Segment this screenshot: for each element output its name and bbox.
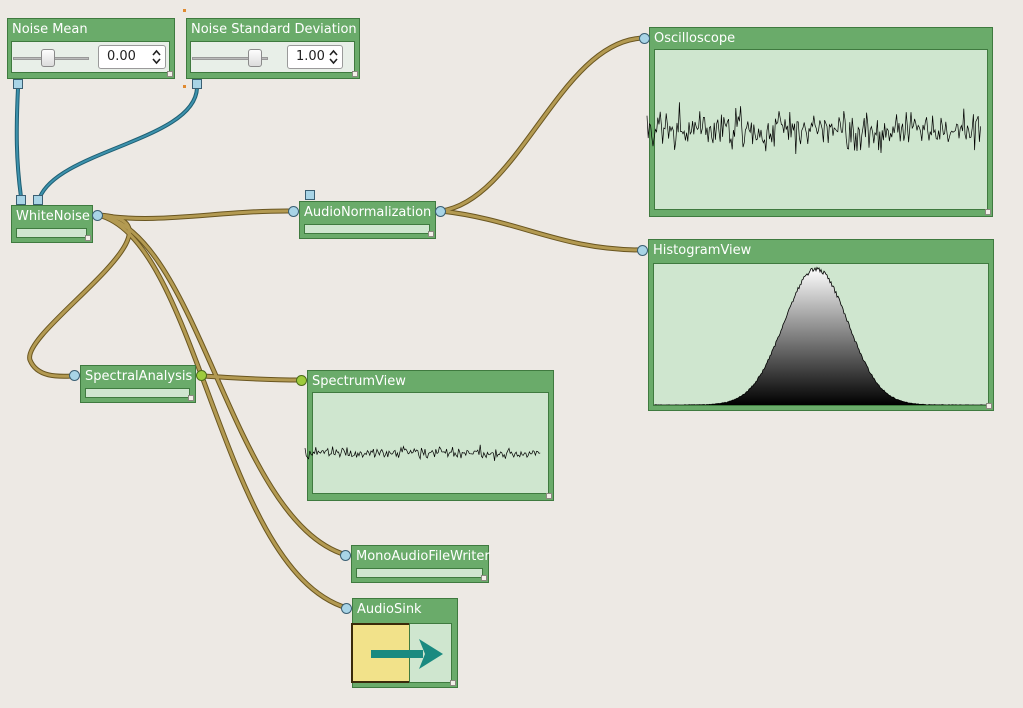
resize-handle[interactable] bbox=[188, 395, 194, 401]
resize-handle[interactable] bbox=[85, 235, 91, 241]
node-noise-mean[interactable]: Noise Mean 0.00 bbox=[7, 18, 175, 79]
marker-dot bbox=[183, 85, 186, 88]
whitenoise-output-port[interactable] bbox=[92, 210, 103, 221]
node-histogram[interactable]: HistogramView bbox=[648, 239, 994, 411]
whitenoise-mean-input-port[interactable] bbox=[16, 195, 26, 205]
node-oscilloscope[interactable]: Oscilloscope bbox=[646, 27, 993, 217]
mean-output-port[interactable] bbox=[13, 79, 23, 89]
progress-bar bbox=[304, 224, 430, 234]
spin-arrows-icon[interactable] bbox=[329, 48, 338, 66]
oscilloscope-waveform bbox=[646, 102, 981, 155]
node-title: Oscilloscope bbox=[654, 31, 736, 46]
oscilloscope-display bbox=[646, 49, 988, 210]
node-title: WhiteNoise bbox=[16, 209, 90, 224]
node-whitenoise[interactable]: WhiteNoise bbox=[11, 205, 93, 243]
node-title: SpectralAnalysis bbox=[85, 369, 193, 384]
resize-handle[interactable] bbox=[428, 231, 434, 237]
mean-spinbox[interactable]: 0.00 bbox=[98, 45, 166, 69]
mean-slider-thumb-icon[interactable] bbox=[40, 49, 55, 67]
whitenoise-std-input-port[interactable] bbox=[33, 195, 43, 205]
node-title: HistogramView bbox=[653, 243, 752, 258]
std-spinbox[interactable]: 1.00 bbox=[287, 45, 343, 69]
progress-bar bbox=[85, 388, 190, 398]
node-title: AudioNormalization bbox=[304, 205, 432, 220]
oscilloscope-input-port[interactable] bbox=[639, 33, 650, 44]
normalization-output-port[interactable] bbox=[435, 206, 446, 217]
spectrum-input-port[interactable] bbox=[296, 375, 307, 386]
normalization-input-port[interactable] bbox=[288, 206, 299, 217]
resize-handle[interactable] bbox=[985, 209, 991, 215]
resize-handle[interactable] bbox=[167, 71, 173, 77]
node-title: AudioSink bbox=[357, 602, 422, 617]
progress-bar bbox=[356, 568, 483, 578]
resize-handle[interactable] bbox=[450, 680, 456, 686]
resize-handle[interactable] bbox=[986, 403, 992, 409]
node-noise-std[interactable]: Noise Standard Deviation 1.00 bbox=[186, 18, 360, 79]
node-spectrum-view[interactable]: SpectrumView bbox=[304, 370, 554, 501]
spectrum-waveform bbox=[304, 444, 541, 461]
node-mono-audio-file-writer[interactable]: MonoAudioFileWriter bbox=[351, 545, 490, 583]
wire-normalization-to-oscilloscope bbox=[438, 35, 647, 214]
filewriter-input-port[interactable] bbox=[340, 550, 351, 561]
progress-bar bbox=[16, 228, 87, 238]
wire-std-to-whitenoise bbox=[38, 86, 199, 199]
histogram-input-port[interactable] bbox=[637, 245, 648, 256]
node-audio-sink[interactable]: AudioSink bbox=[351, 598, 458, 688]
resize-handle[interactable] bbox=[481, 575, 487, 581]
resize-handle[interactable] bbox=[352, 71, 358, 77]
arrow-right-icon bbox=[371, 639, 443, 669]
sink-input-port[interactable] bbox=[341, 603, 352, 614]
histogram-display bbox=[653, 263, 989, 406]
spectral-output-port[interactable] bbox=[196, 370, 207, 381]
node-audio-normalization[interactable]: AudioNormalization bbox=[299, 201, 436, 239]
std-value[interactable]: 1.00 bbox=[296, 49, 325, 64]
node-spectral-analysis[interactable]: SpectralAnalysis bbox=[80, 365, 196, 403]
histogram-graph bbox=[654, 266, 986, 405]
node-title: MonoAudioFileWriter bbox=[356, 549, 490, 564]
resize-handle[interactable] bbox=[546, 493, 552, 499]
spectrum-display bbox=[304, 392, 549, 494]
node-title: Noise Standard Deviation bbox=[191, 22, 357, 37]
std-output-port[interactable] bbox=[192, 79, 202, 89]
spin-arrows-icon[interactable] bbox=[152, 48, 161, 66]
mean-value[interactable]: 0.00 bbox=[107, 49, 136, 64]
std-slider-thumb-icon[interactable] bbox=[247, 49, 262, 67]
node-title: Noise Mean bbox=[12, 22, 88, 37]
spectral-input-port[interactable] bbox=[69, 370, 80, 381]
normalization-param-port[interactable] bbox=[305, 190, 315, 200]
marker-dot bbox=[183, 9, 186, 12]
node-title: SpectrumView bbox=[312, 374, 406, 389]
